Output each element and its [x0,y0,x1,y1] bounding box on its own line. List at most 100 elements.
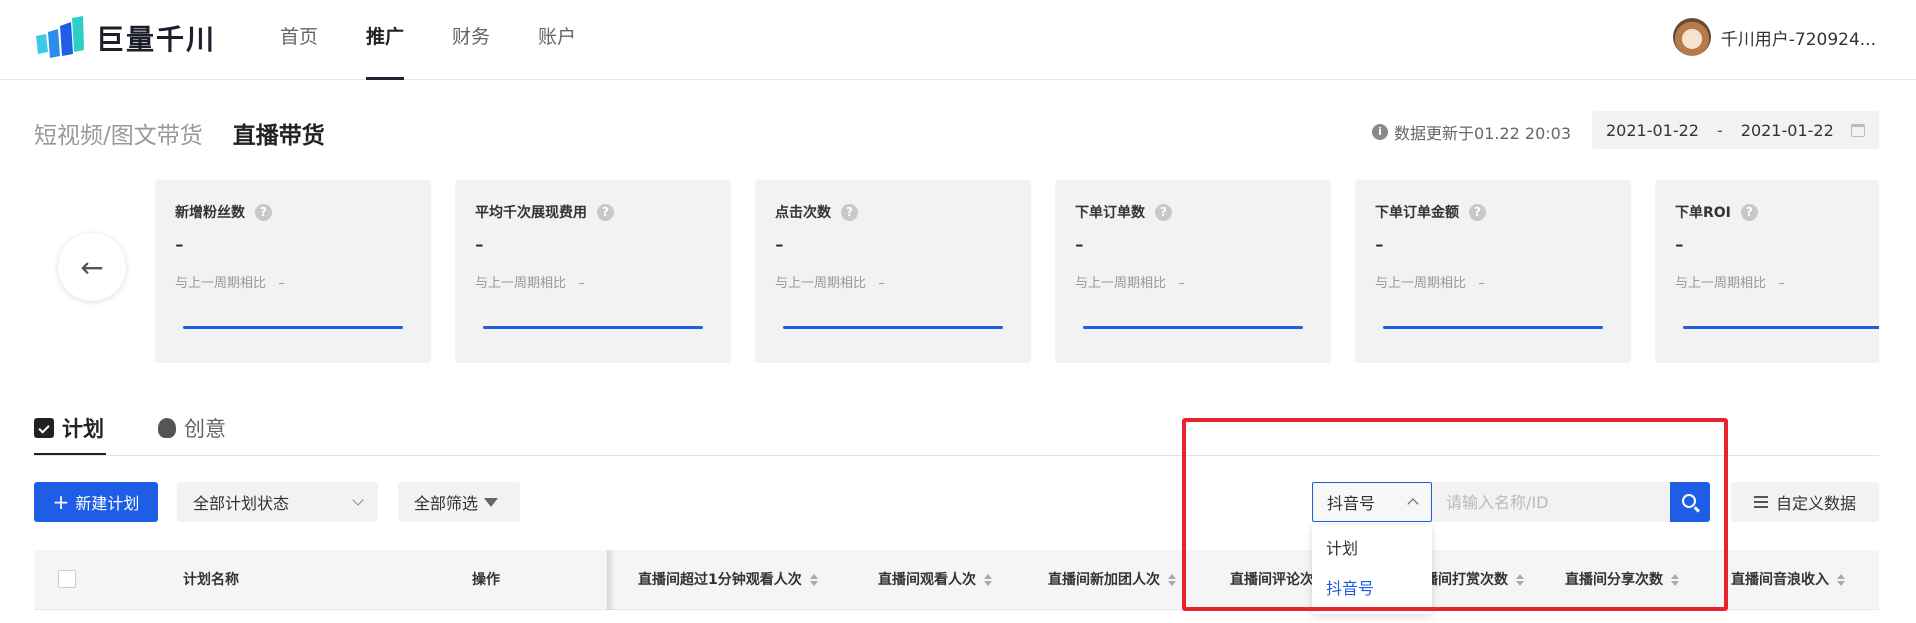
search-type-dropdown: 计划 抖音号 [1312,525,1432,614]
nav-item-promotion[interactable]: 推广 [366,0,405,80]
brand-name: 巨量千川 [96,23,217,56]
help-icon[interactable]: ? [1740,203,1758,221]
help-icon[interactable]: ? [597,203,614,221]
metric-trend-line [183,326,403,329]
sliders-icon [1753,496,1768,508]
custom-data-label: 自定义数据 [1775,494,1856,513]
dropdown-option-plan[interactable]: 计划 [1312,529,1432,569]
col-label: 直播间分享次数 [1565,572,1663,588]
col-sound-wave-income[interactable]: 直播间音浪收入 [1731,550,1845,610]
search-type-value: 抖音号 [1327,494,1376,513]
sort-icon[interactable] [1837,574,1845,586]
tab-plan[interactable]: 计划 [34,404,106,456]
arrow-left-icon: ← [80,250,104,284]
calendar-icon[interactable] [1851,123,1865,137]
list-tabs: 计划 创意 [34,404,226,456]
metric-title: 点击次数 [775,205,831,221]
tab-creative[interactable]: 创意 [158,404,226,452]
metric-card[interactable]: 点击次数? - 与上一周期相比 – [755,180,1031,363]
metric-delta: – [578,276,585,291]
col-watch-count[interactable]: 直播间观看人次 [878,550,992,610]
metric-value: - [1075,230,1084,258]
metric-trend-line [1083,326,1303,329]
new-plan-button[interactable]: + 新建计划 [34,482,158,522]
search-icon [1682,494,1696,508]
metric-value: - [775,230,784,258]
col-new-fans-group[interactable]: 直播间新加团人次 [1048,550,1176,610]
date-start[interactable]: 2021-01-22 [1606,121,1699,140]
user-name[interactable]: 千川用户-720924... [1721,25,1876,50]
plan-status-value: 全部计划状态 [193,494,290,513]
help-icon[interactable]: ? [841,203,858,221]
help-icon[interactable]: ? [1469,203,1486,221]
search-type-select[interactable]: 抖音号 [1312,482,1432,522]
calendar-check-icon [34,418,54,438]
metric-card[interactable]: 下单ROI? - 与上一周期相比 – [1655,180,1879,363]
date-range-picker[interactable]: 2021-01-22 - 2021-01-22 [1592,111,1879,149]
metric-cards: 新增粉丝数? - 与上一周期相比 – 平均千次展现费用? - 与上一周期相比 –… [155,180,1879,363]
custom-data-button[interactable]: 自定义数据 [1731,482,1879,522]
metric-trend-line [1683,326,1879,329]
col-watch-over-1min[interactable]: 直播间超过1分钟观看人次 [638,550,818,610]
metric-value: - [1375,230,1384,258]
lightbulb-icon [158,418,176,438]
table-row [34,610,1879,623]
filter-icon [484,497,499,507]
sort-icon[interactable] [809,574,818,586]
nav-item-account[interactable]: 账户 [538,0,576,80]
chevron-up-icon [1407,498,1419,510]
info-icon: i [1372,124,1388,140]
col-label: 直播间音浪收入 [1731,572,1829,588]
top-nav: 巨量千川 首页 推广 财务 账户 千川用户-720924... [0,0,1916,80]
new-plan-label: 新建计划 [75,494,140,513]
filter-button[interactable]: 全部筛选 [398,482,520,522]
sort-icon[interactable] [1516,574,1524,586]
nav-item-finance[interactable]: 财务 [452,0,490,80]
col-label: 直播间观看人次 [878,572,976,588]
col-shares[interactable]: 直播间分享次数 [1565,550,1679,610]
data-update-info: i 数据更新于01.22 20:03 [1372,120,1571,144]
metric-card[interactable]: 新增粉丝数? - 与上一周期相比 – [155,180,431,363]
metric-delta: – [278,276,285,291]
metric-trend-line [783,326,1003,329]
metric-card[interactable]: 平均千次展现费用? - 与上一周期相比 – [455,180,731,363]
select-all-checkbox[interactable] [58,570,76,588]
plan-status-select[interactable]: 全部计划状态 [177,482,378,522]
help-icon[interactable]: ? [1155,203,1172,221]
date-separator: - [1716,120,1723,140]
metric-title: 下单ROI [1675,205,1731,221]
metric-card[interactable]: 下单订单数? - 与上一周期相比 – [1055,180,1331,363]
col-plan-name[interactable]: 计划名称 [183,550,239,610]
tab-live[interactable]: 直播带货 [233,116,325,150]
content-type-tabs: 短视频/图文带货 直播带货 [34,116,325,150]
metric-compare: 与上一周期相比 [1675,276,1767,291]
date-end[interactable]: 2021-01-22 [1741,121,1834,140]
help-icon[interactable]: ? [255,203,272,221]
metric-compare: 与上一周期相比 [475,276,567,291]
metric-delta: – [1478,276,1485,291]
metric-value: - [175,230,184,258]
metric-compare: 与上一周期相比 [1375,276,1467,291]
filter-label: 全部筛选 [414,494,479,513]
metric-compare: 与上一周期相比 [775,276,867,291]
sort-icon[interactable] [1168,574,1176,586]
search-input[interactable] [1432,482,1670,522]
search-button[interactable] [1670,482,1710,522]
user-menu[interactable]: 千川用户-720924... [1672,18,1876,56]
main-nav: 首页 推广 财务 账户 [280,0,624,80]
brand-logo[interactable]: 巨量千川 [34,16,216,60]
plus-icon: + [52,490,70,514]
dropdown-option-douyin[interactable]: 抖音号 [1312,569,1432,609]
metric-title: 新增粉丝数 [175,205,245,221]
nav-item-home[interactable]: 首页 [280,0,318,80]
col-label: 直播间新加团人次 [1048,572,1160,588]
sort-icon[interactable] [984,574,992,586]
avatar[interactable] [1672,18,1711,56]
metric-delta: – [878,276,885,291]
sort-icon[interactable] [1671,574,1679,586]
tab-short-video[interactable]: 短视频/图文带货 [34,116,203,150]
metric-compare: 与上一周期相比 [1075,276,1167,291]
metric-card[interactable]: 下单订单金额? - 与上一周期相比 – [1355,180,1631,363]
prev-cards-button[interactable]: ← [58,233,126,301]
metric-title: 平均千次展现费用 [475,205,587,221]
